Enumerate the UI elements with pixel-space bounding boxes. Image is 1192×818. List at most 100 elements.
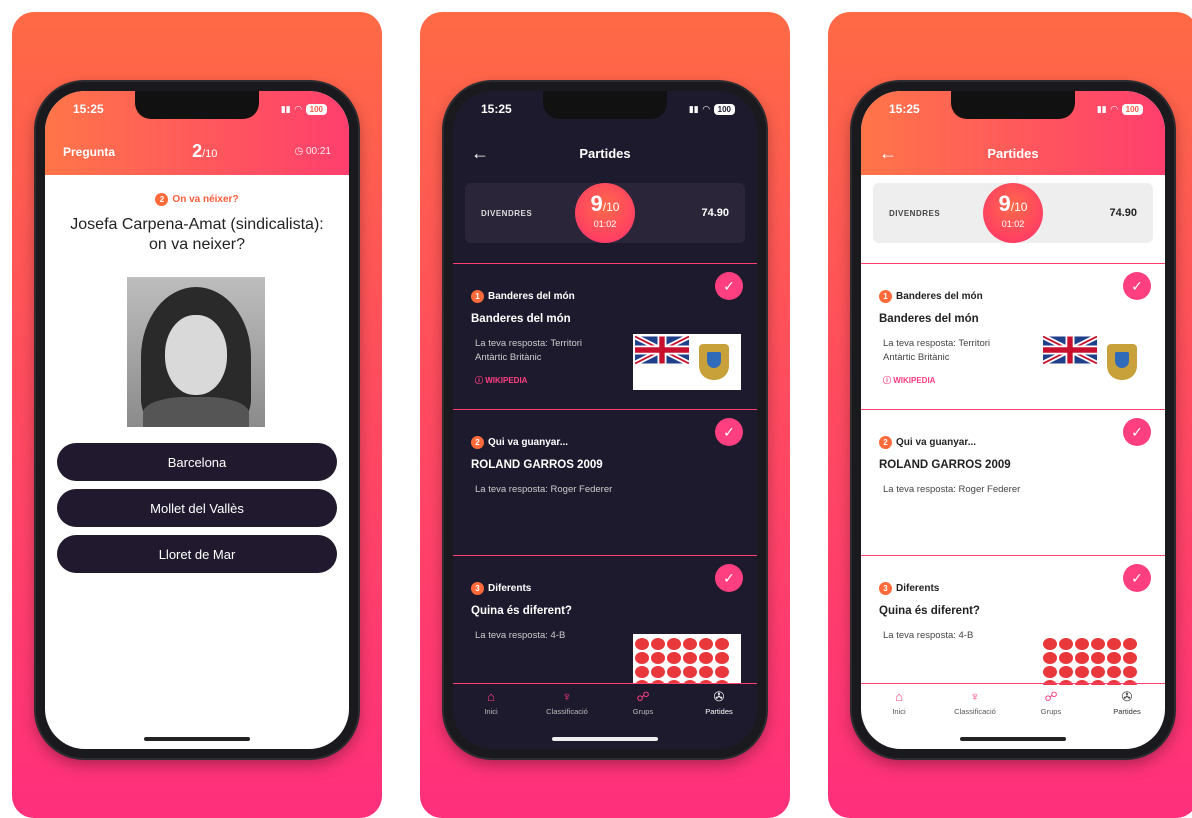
apple-icon — [651, 652, 665, 664]
flag-image — [1041, 334, 1149, 390]
result-heading: Banderes del món — [879, 313, 979, 325]
photo-face — [165, 315, 227, 395]
union-jack-icon — [635, 336, 689, 364]
result-number-badge: 1 — [471, 290, 484, 303]
tab-label: Inici — [892, 707, 906, 716]
apple-icon — [1059, 666, 1073, 678]
screenshot-card-results-dark: 15:25 ▮▮ ◠ 100 ← Partides DIVENDRES 9/10… — [420, 12, 790, 818]
answer-button-3[interactable]: Lloret de Mar — [57, 535, 337, 573]
tab-label: Grups — [632, 707, 654, 716]
question-category: 2 On va néixer? — [45, 193, 349, 206]
battery-icon: 100 — [305, 103, 327, 115]
score-points: 74.90 — [701, 207, 729, 219]
score-circle: 9/10 01:02 — [983, 183, 1043, 243]
status-time: 15:25 — [889, 102, 920, 116]
result-response: La teva resposta: 4-B — [475, 630, 566, 641]
gamepad-icon: ✇ — [713, 689, 725, 704]
apple-icon — [699, 638, 713, 650]
apple-icon — [699, 652, 713, 664]
back-arrow-icon[interactable]: ← — [879, 143, 897, 164]
crest-icon — [699, 344, 729, 380]
tab-bar: ⌂ Inici ♆ Classificació ☍ Grups ✇ Partides — [453, 683, 757, 727]
results-screen-dark: 15:25 ▮▮ ◠ 100 ← Partides DIVENDRES 9/10… — [453, 91, 757, 749]
check-icon: ✓ — [715, 418, 743, 446]
apple-icon — [715, 638, 729, 650]
result-category: 1 Banderes del món — [471, 290, 741, 303]
apple-icon — [1123, 638, 1137, 650]
result-item[interactable]: ✓ 2 Qui va guanyar... ROLAND GARROS 2009 … — [453, 409, 757, 555]
wifi-icon: ◠ — [1110, 103, 1118, 114]
apple-icon — [1091, 652, 1105, 664]
question-photo — [127, 277, 265, 427]
signal-icon: ▮▮ — [1096, 103, 1107, 114]
apple-icon — [1107, 652, 1121, 664]
question-counter: 2/10 — [192, 141, 217, 162]
union-jack-icon — [1043, 336, 1097, 364]
result-heading: Banderes del món — [471, 313, 571, 325]
apples-image — [633, 634, 741, 685]
tab-classificacio[interactable]: ♆ Classificació — [535, 689, 599, 717]
tab-grups[interactable]: ☍ Grups — [1019, 690, 1083, 717]
back-arrow-icon[interactable]: ← — [471, 143, 489, 164]
apple-icon — [683, 652, 697, 664]
tab-inici[interactable]: ⌂ Inici — [867, 689, 931, 717]
question-label: Pregunta — [63, 144, 116, 159]
apple-icon — [1059, 652, 1073, 664]
question-screen: 15:25 ▮▮ ◠ 100 Pregunta 2/10 ◷ 00:21 2 On… — [45, 91, 349, 749]
gamepad-icon: ✇ — [1121, 689, 1133, 704]
score-summary: DIVENDRES 9/10 01:02 74.90 — [873, 183, 1153, 243]
score-value: 9/10 — [983, 192, 1043, 219]
status-icons: ▮▮ ◠ 100 — [1096, 103, 1143, 115]
tab-inici[interactable]: ⌂ Inici — [459, 690, 523, 717]
apple-icon — [1075, 666, 1089, 678]
result-category: 1 Banderes del món — [879, 290, 1149, 303]
apples-image — [1041, 634, 1149, 685]
result-item[interactable]: ✓ 2 Qui va guanyar... ROLAND GARROS 2009 … — [861, 409, 1165, 555]
check-icon: ✓ — [715, 272, 743, 300]
apple-icon — [1043, 638, 1057, 650]
result-item[interactable]: ✓ 1 Banderes del món Banderes del món La … — [861, 263, 1165, 409]
apple-icon — [699, 666, 713, 678]
question-total: /10 — [202, 148, 218, 160]
result-item[interactable]: ✓ 3 Diferents Quina és diferent? La teva … — [861, 555, 1165, 685]
result-category: 3 Diferents — [471, 582, 741, 595]
info-icon: ⓘ — [475, 376, 483, 385]
tab-label: Partides — [1113, 707, 1141, 716]
answer-button-2[interactable]: Mollet del Vallès — [57, 489, 337, 527]
home-icon: ⌂ — [895, 689, 903, 704]
score-time: 01:02 — [1001, 219, 1025, 229]
timer-value: 00:21 — [305, 146, 331, 157]
tab-partides[interactable]: ✇ Partides — [687, 689, 751, 717]
result-category: 2 Qui va guanyar... — [879, 436, 1149, 449]
apple-icon — [635, 638, 649, 650]
tab-classificacio[interactable]: ♆ Classificació — [943, 690, 1007, 717]
result-number-badge: 3 — [471, 582, 484, 595]
apple-icon — [1091, 638, 1105, 650]
answer-button-1[interactable]: Barcelona — [57, 443, 337, 481]
apple-icon — [1075, 652, 1089, 664]
score-number: 9 — [998, 191, 1011, 216]
home-indicator — [144, 737, 250, 741]
result-heading: ROLAND GARROS 2009 — [471, 459, 603, 471]
tab-grups[interactable]: ☍ Grups — [611, 689, 675, 717]
trophy-icon: ♆ — [562, 689, 572, 704]
results-list: ✓ 1 Banderes del món Banderes del món La … — [861, 263, 1165, 685]
page-title: Partides — [987, 145, 1039, 161]
check-icon: ✓ — [1123, 418, 1151, 446]
wifi-icon: ◠ — [702, 103, 710, 114]
tab-label: Grups — [1040, 707, 1062, 716]
check-icon: ✓ — [1123, 272, 1151, 300]
group-icon: ☍ — [636, 689, 650, 704]
category-badge: 2 — [155, 193, 169, 206]
score-total: /10 — [1010, 200, 1028, 214]
info-icon: ⓘ — [883, 376, 891, 385]
result-category-text: Qui va guanyar... — [488, 437, 569, 449]
signal-icon: ▮▮ — [280, 103, 291, 114]
phone-frame: 15:25 ▮▮ ◠ 100 ← Partides DIVENDRES 9/10… — [444, 82, 766, 758]
tab-partides[interactable]: ✇ Partides — [1095, 689, 1159, 717]
apple-icon — [635, 666, 649, 678]
score-number: 9 — [590, 191, 603, 216]
result-item[interactable]: ✓ 3 Diferents Quina és diferent? La teva … — [453, 555, 757, 685]
status-icons: ▮▮ ◠ 100 — [689, 103, 735, 115]
result-item[interactable]: ✓ 1 Banderes del món Banderes del món La … — [453, 263, 757, 409]
